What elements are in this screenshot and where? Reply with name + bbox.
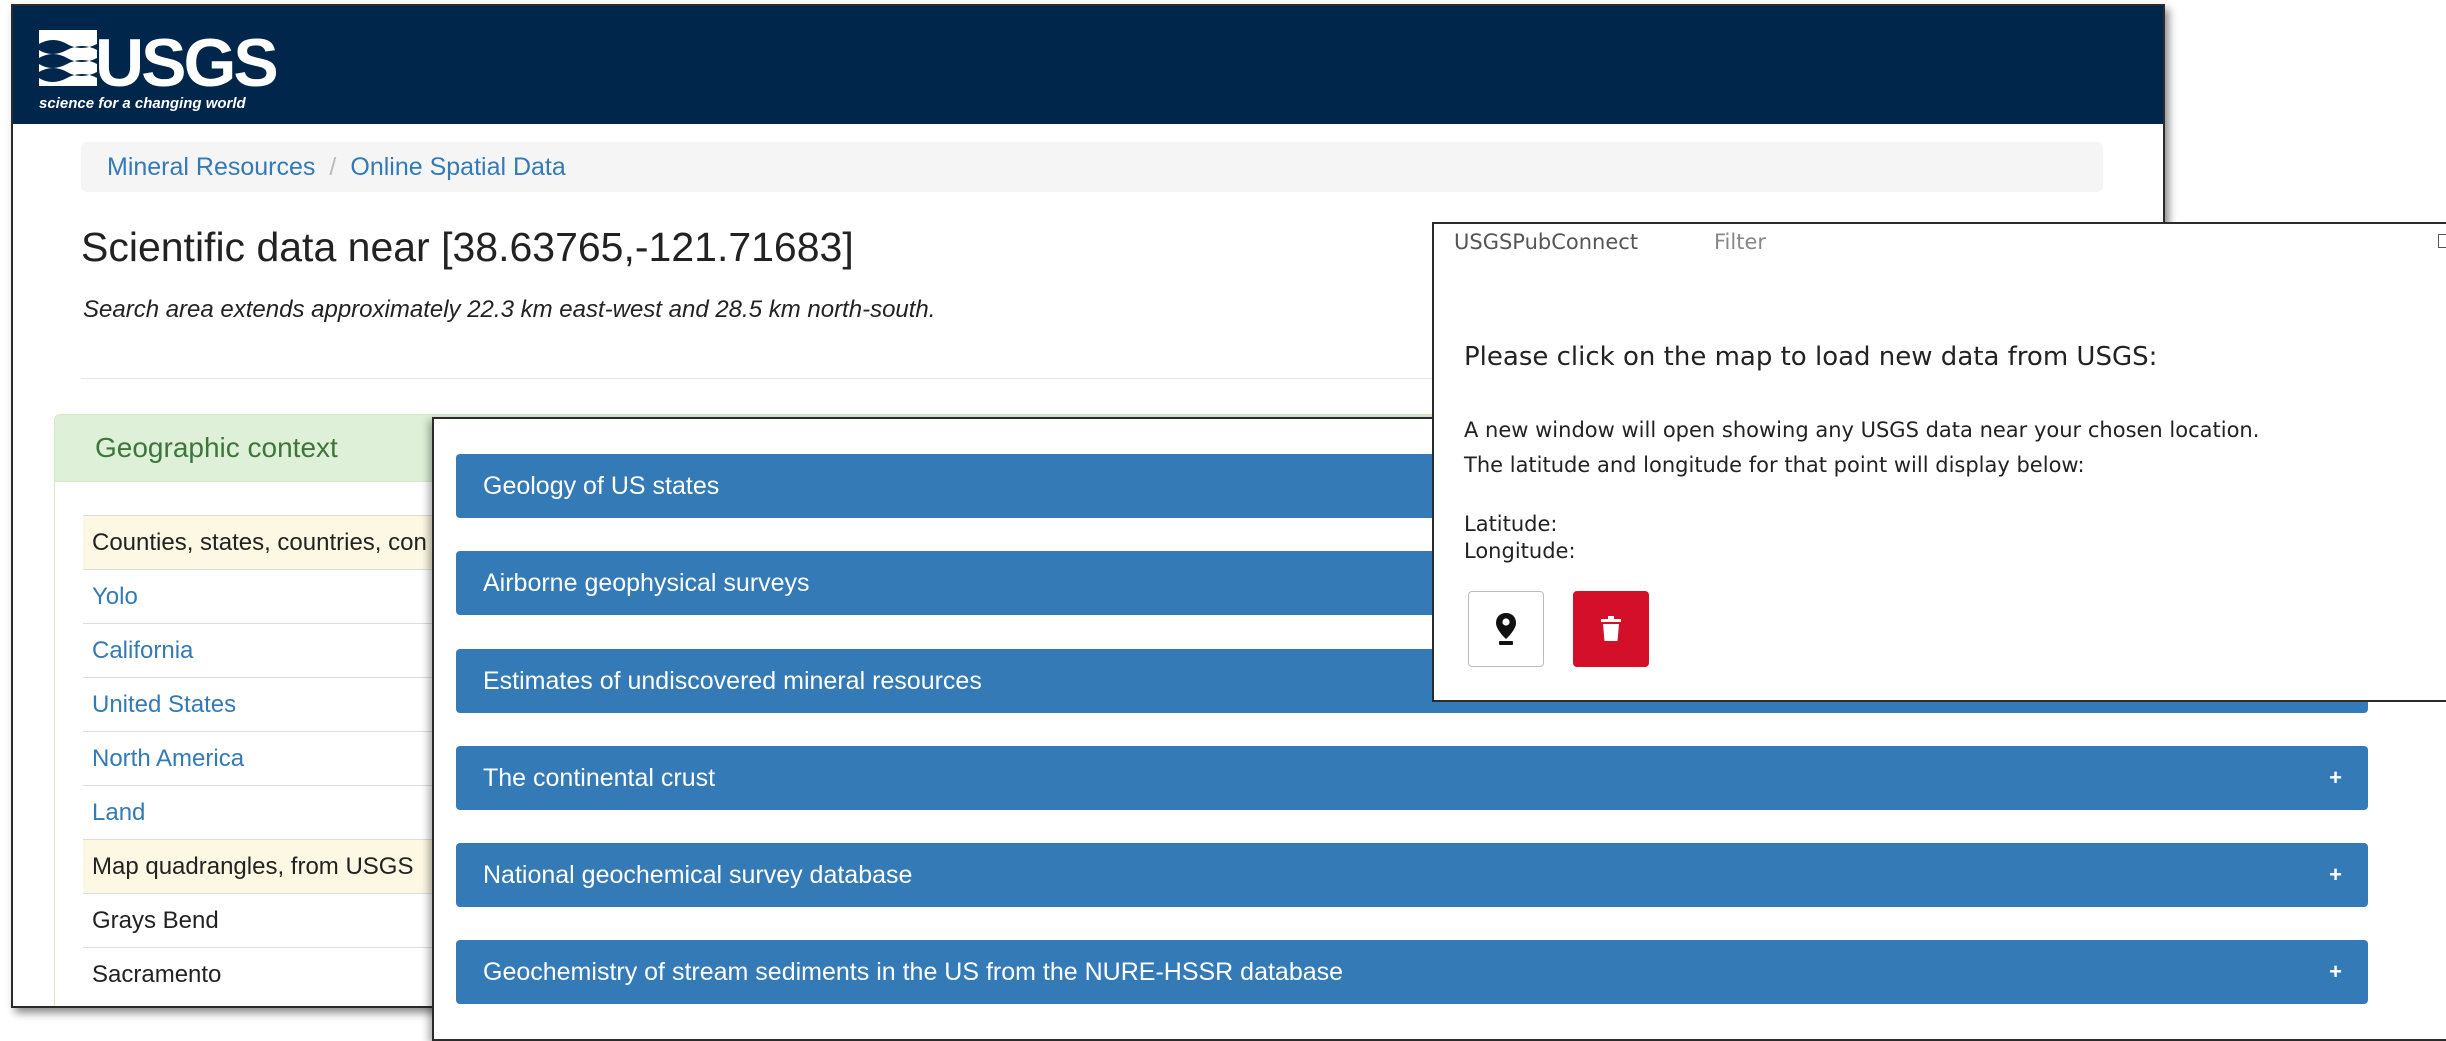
breadcrumb-online-spatial-data[interactable]: Online Spatial Data xyxy=(350,153,565,181)
expand-plus-icon[interactable]: + xyxy=(2329,843,2342,907)
accordion-label: National geochemical survey database xyxy=(483,861,913,889)
maximize-icon[interactable] xyxy=(2438,234,2446,248)
select-location-button[interactable] xyxy=(1468,591,1544,667)
latitude-label: Latitude: xyxy=(1464,512,1558,536)
expand-plus-icon[interactable]: + xyxy=(2329,940,2342,1004)
trash-icon xyxy=(1601,616,1621,641)
accordion-label: Geology of US states xyxy=(483,472,720,500)
usgs-header: USGS science for a changing world xyxy=(13,6,2163,124)
accordion-label: Geochemistry of stream sediments in the … xyxy=(483,958,1344,986)
longitude-label: Longitude: xyxy=(1464,539,1576,563)
expand-plus-icon[interactable]: + xyxy=(2329,746,2342,810)
logo-tagline: science for a changing world xyxy=(39,95,247,112)
breadcrumb-separator: / xyxy=(329,153,337,181)
accordion-label: Estimates of undiscovered mineral resour… xyxy=(483,667,982,695)
usgs-pubconnect-widget: USGSPubConnect Filter Please click on th… xyxy=(1432,222,2446,702)
clear-location-button[interactable] xyxy=(1573,591,1649,667)
accordion-label: Airborne geophysical surveys xyxy=(483,569,810,597)
widget-instructions-heading: Please click on the map to load new data… xyxy=(1464,342,2158,372)
page-title: Scientific data near [38.63765,-121.7168… xyxy=(81,224,854,270)
tab-usgspubconnect[interactable]: USGSPubConnect xyxy=(1454,230,1638,254)
search-area-note: Search area extends approximately 22.3 k… xyxy=(83,296,936,323)
accordion-nure-hssr-stream-sediments[interactable]: Geochemistry of stream sediments in the … xyxy=(456,940,2368,1004)
logo-text: USGS xyxy=(95,25,276,101)
accordion-continental-crust[interactable]: The continental crust + xyxy=(456,746,2368,810)
map-pin-icon xyxy=(1496,613,1516,645)
accordion-label: The continental crust xyxy=(483,764,716,792)
breadcrumb-mineral-resources[interactable]: Mineral Resources xyxy=(107,153,315,181)
divider xyxy=(81,378,1481,379)
tab-filter[interactable]: Filter xyxy=(1714,230,1766,254)
widget-instructions-line1: A new window will open showing any USGS … xyxy=(1464,418,2260,442)
widget-instructions-line2: The latitude and longitude for that poin… xyxy=(1464,453,2085,477)
accordion-national-geochemical-survey[interactable]: National geochemical survey database + xyxy=(456,843,2368,907)
breadcrumb: Mineral Resources / Online Spatial Data xyxy=(81,142,2103,192)
usgs-logo[interactable]: USGS science for a changing world xyxy=(37,24,277,114)
